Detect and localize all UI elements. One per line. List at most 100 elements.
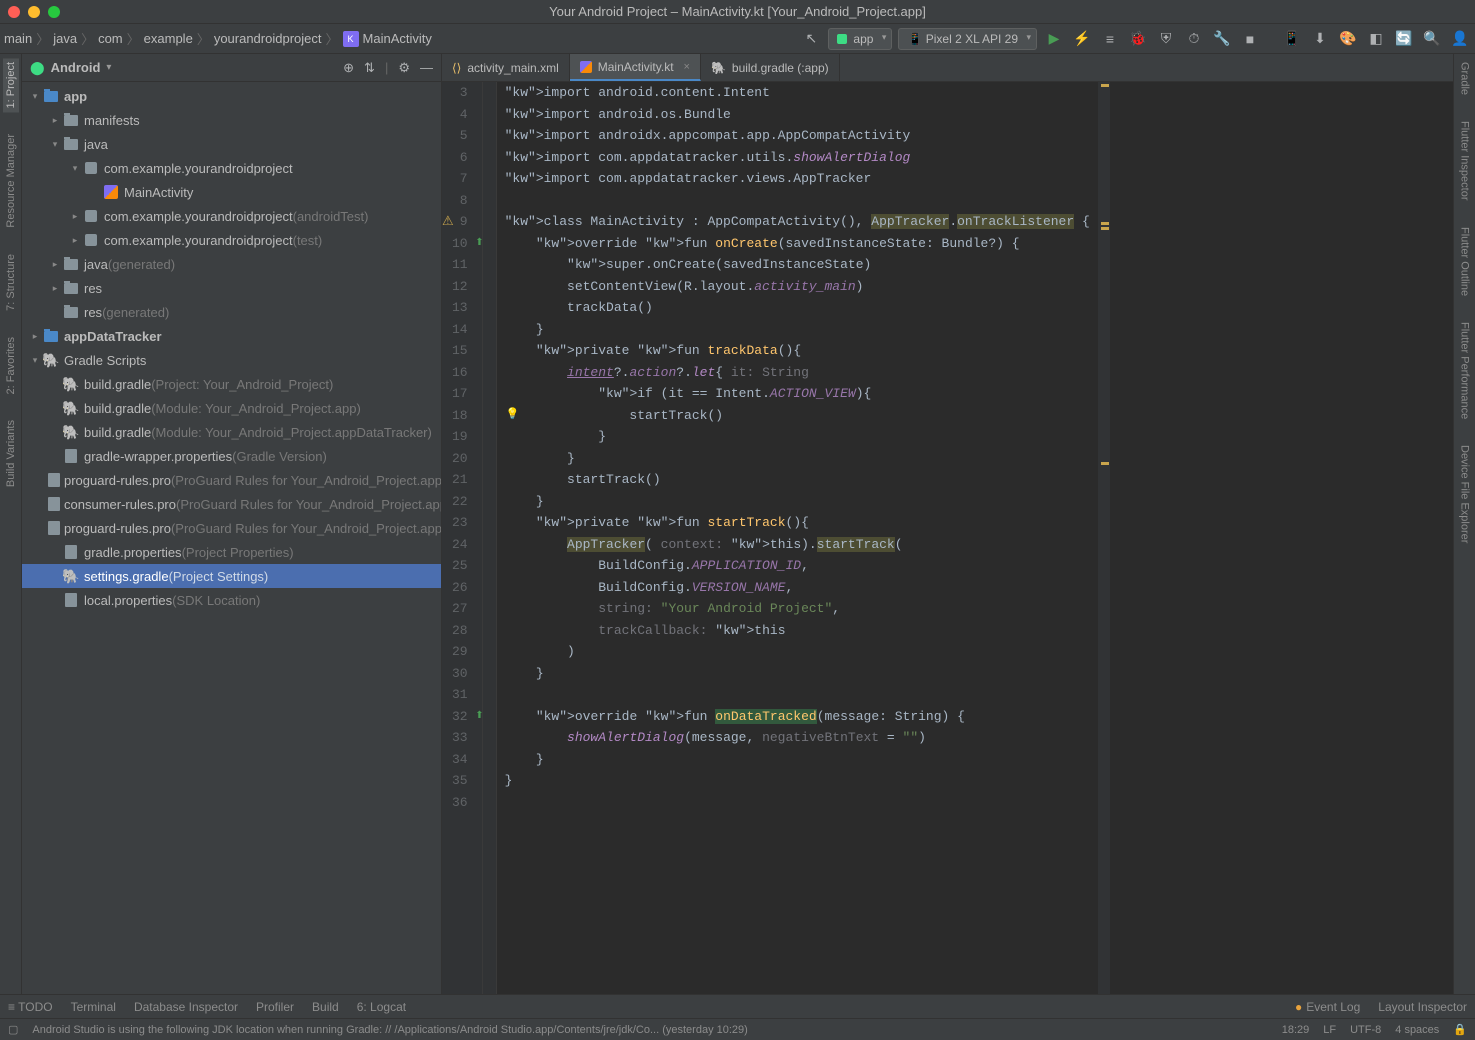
tree-row[interactable]: ▸java (generated) <box>22 252 441 276</box>
error-stripe[interactable] <box>1098 82 1110 994</box>
file-encoding[interactable]: UTF-8 <box>1350 1024 1381 1036</box>
expand-arrow-icon[interactable]: ▾ <box>28 355 42 366</box>
tree-row[interactable]: 🐘build.gradle (Project: Your_Android_Pro… <box>22 372 441 396</box>
warning-marker[interactable] <box>1101 462 1109 465</box>
tool-window-button[interactable]: Flutter Outline <box>1457 223 1473 300</box>
tree-row[interactable]: ▾🐘Gradle Scripts <box>22 348 441 372</box>
tree-row[interactable]: local.properties (SDK Location) <box>22 588 441 612</box>
editor-tab[interactable]: MainActivity.kt× <box>570 54 701 81</box>
tree-row[interactable]: consumer-rules.pro (ProGuard Rules for Y… <box>22 492 441 516</box>
breadcrumb-item[interactable]: MainActivity <box>363 31 432 46</box>
close-tab-icon[interactable]: × <box>684 61 690 73</box>
tree-row[interactable]: 🐘build.gradle (Module: Your_Android_Proj… <box>22 420 441 444</box>
code-editor[interactable]: 3456789101112131415161718192021222324252… <box>442 82 1453 994</box>
debug-icon[interactable]: 🐞 <box>1127 28 1149 50</box>
bottom-tool-button[interactable]: Terminal <box>71 1000 116 1014</box>
editor-tabs[interactable]: ⟨⟩activity_main.xmlMainActivity.kt×🐘buil… <box>442 54 1453 82</box>
expand-arrow-icon[interactable]: ▸ <box>48 115 62 126</box>
editor-tab[interactable]: ⟨⟩activity_main.xml <box>442 54 570 81</box>
tool-window-button[interactable]: Flutter Performance <box>1457 318 1473 423</box>
line-separator[interactable]: LF <box>1323 1024 1336 1036</box>
resource-manager-icon[interactable]: 🎨 <box>1337 28 1359 50</box>
sync-icon[interactable]: 🔄 <box>1393 28 1415 50</box>
tool-window-button[interactable]: Resource Manager <box>3 130 19 232</box>
line-gutter[interactable]: 3456789101112131415161718192021222324252… <box>442 82 483 994</box>
tool-window-button[interactable]: Device File Explorer <box>1457 441 1473 547</box>
tree-row[interactable]: 🐘settings.gradle (Project Settings) <box>22 564 441 588</box>
bottom-tool-button[interactable]: Database Inspector <box>134 1000 238 1014</box>
close-window-icon[interactable] <box>8 6 20 18</box>
tree-row[interactable]: proguard-rules.pro (ProGuard Rules for Y… <box>22 468 441 492</box>
tree-row[interactable]: ▸res <box>22 276 441 300</box>
bottom-tool-button[interactable]: 6: Logcat <box>357 1000 406 1014</box>
minimize-window-icon[interactable] <box>28 6 40 18</box>
project-tree[interactable]: ▾app▸manifests▾java▾com.example.yourandr… <box>22 82 441 994</box>
target-icon[interactable]: ⊕ <box>343 60 354 76</box>
gear-icon[interactable]: ⚙ <box>398 60 410 76</box>
expand-arrow-icon[interactable]: ▸ <box>68 235 82 246</box>
breadcrumb[interactable]: main〉 java〉 com〉 example〉 yourandroidpro… <box>4 29 432 48</box>
code-content[interactable]: "kw">import android.content.Intent"kw">i… <box>497 82 1098 994</box>
lock-icon[interactable]: 🔒 <box>1453 1023 1467 1036</box>
breadcrumb-item[interactable]: main <box>4 31 32 46</box>
tool-window-button[interactable]: 2: Favorites <box>3 333 19 398</box>
tree-row[interactable]: gradle-wrapper.properties (Gradle Versio… <box>22 444 441 468</box>
expand-arrow-icon[interactable]: ▸ <box>48 283 62 294</box>
run-config-dropdown[interactable]: app <box>828 28 892 50</box>
sort-icon[interactable]: ⇅ <box>364 60 375 76</box>
tree-row[interactable]: ▾com.example.yourandroidproject <box>22 156 441 180</box>
warning-marker[interactable] <box>1101 222 1109 225</box>
tool-window-button[interactable]: Build Variants <box>3 416 19 491</box>
indent-setting[interactable]: 4 spaces <box>1395 1024 1439 1036</box>
tool-window-button[interactable]: 1: Project <box>3 58 19 112</box>
tree-row[interactable]: ▸com.example.yourandroidproject (test) <box>22 228 441 252</box>
tree-row[interactable]: ▸com.example.yourandroidproject (android… <box>22 204 441 228</box>
tree-row[interactable]: res (generated) <box>22 300 441 324</box>
expand-arrow-icon[interactable]: ▸ <box>28 331 42 342</box>
tree-row[interactable]: ▾java <box>22 132 441 156</box>
expand-arrow-icon[interactable]: ▾ <box>28 91 42 102</box>
expand-arrow-icon[interactable]: ▾ <box>68 163 82 174</box>
chevron-down-icon[interactable]: ▾ <box>106 62 111 73</box>
maximize-window-icon[interactable] <box>48 6 60 18</box>
build-icon[interactable]: ↖ <box>800 28 822 50</box>
breadcrumb-item[interactable]: yourandroidproject <box>214 31 322 46</box>
profiler-toolbar-icon[interactable]: ⏱ <box>1183 28 1205 50</box>
tree-row[interactable]: MainActivity <box>22 180 441 204</box>
attach-debugger-icon[interactable]: 🔧 <box>1211 28 1233 50</box>
warning-marker[interactable] <box>1101 227 1109 230</box>
tree-row[interactable]: gradle.properties (Project Properties) <box>22 540 441 564</box>
bottom-tool-button[interactable]: Layout Inspector <box>1378 1000 1467 1014</box>
apply-changes-icon[interactable]: ⚡ <box>1071 28 1093 50</box>
editor-tab[interactable]: 🐘build.gradle (:app) <box>701 54 840 81</box>
bottom-tool-button[interactable]: Profiler <box>256 1000 294 1014</box>
tree-row[interactable]: proguard-rules.pro (ProGuard Rules for Y… <box>22 516 441 540</box>
fold-column[interactable] <box>483 82 497 994</box>
tool-window-button[interactable]: Flutter Inspector <box>1457 117 1473 204</box>
run-icon[interactable]: ▶ <box>1043 28 1065 50</box>
status-indicator-icon[interactable]: ▢ <box>8 1023 18 1036</box>
tree-row[interactable]: ▾app <box>22 84 441 108</box>
cursor-position[interactable]: 18:29 <box>1282 1024 1310 1036</box>
account-icon[interactable]: 👤 <box>1449 28 1471 50</box>
bottom-tool-button[interactable]: ● Event Log <box>1295 1000 1360 1014</box>
collapse-icon[interactable]: — <box>420 60 433 76</box>
window-controls[interactable] <box>8 6 60 18</box>
stop-icon[interactable]: ■ <box>1239 28 1261 50</box>
coverage-icon[interactable]: ⛨ <box>1155 28 1177 50</box>
tool-window-button[interactable]: Gradle <box>1457 58 1473 99</box>
warning-marker[interactable] <box>1101 84 1109 87</box>
expand-arrow-icon[interactable]: ▸ <box>68 211 82 222</box>
breadcrumb-item[interactable]: example <box>144 31 193 46</box>
expand-arrow-icon[interactable]: ▸ <box>48 259 62 270</box>
breadcrumb-item[interactable]: java <box>53 31 77 46</box>
sdk-manager-icon[interactable]: ⬇ <box>1309 28 1331 50</box>
tool-window-button[interactable]: 7: Structure <box>3 250 19 315</box>
tree-row[interactable]: 🐘build.gradle (Module: Your_Android_Proj… <box>22 396 441 420</box>
device-dropdown[interactable]: 📱 Pixel 2 XL API 29 <box>898 28 1037 50</box>
avd-manager-icon[interactable]: 📱 <box>1281 28 1303 50</box>
expand-arrow-icon[interactable]: ▾ <box>48 139 62 150</box>
bottom-tool-button[interactable]: ≡ TODO <box>8 1000 53 1014</box>
layout-inspector-toolbar-icon[interactable]: ◧ <box>1365 28 1387 50</box>
tree-row[interactable]: ▸manifests <box>22 108 441 132</box>
